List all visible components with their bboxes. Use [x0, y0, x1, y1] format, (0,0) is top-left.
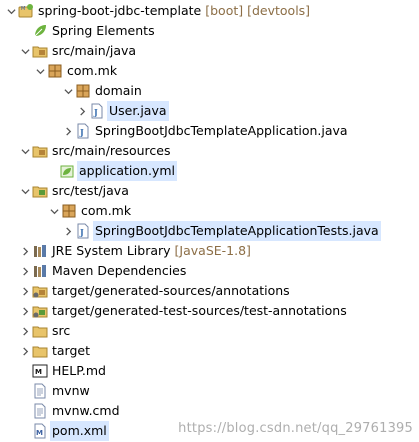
library-icon: [32, 263, 48, 279]
chevron-down-icon[interactable]: [63, 81, 73, 101]
java-file-icon: J: [75, 223, 91, 239]
chevron-right-icon[interactable]: [63, 121, 73, 141]
jre-library-decorations: [JavaSE-1.8]: [174, 243, 251, 258]
pom-file-icon: M: [32, 423, 48, 439]
package-icon: [47, 63, 63, 79]
generated-test-sources-label: target/generated-test-sources/test-annot…: [52, 303, 347, 318]
tree-item-package-domain[interactable]: domain: [63, 81, 142, 101]
chevron-down-icon[interactable]: [6, 1, 16, 21]
chevron-right-icon[interactable]: [20, 281, 30, 301]
folder-src-label: src: [52, 323, 71, 338]
tree-item-package-com-mk[interactable]: com.mk: [35, 61, 117, 81]
java-file-icon: J: [89, 103, 105, 119]
tree-item-maven-dependencies[interactable]: Maven Dependencies: [20, 261, 186, 281]
tree-item-user-java[interactable]: J User.java: [77, 101, 169, 121]
chevron-down-icon[interactable]: [20, 181, 30, 201]
mvnw-label: mvnw: [52, 383, 90, 398]
chevron-down-icon[interactable]: [49, 201, 59, 221]
tree-item-src-main-resources[interactable]: src/main/resources: [20, 141, 170, 161]
maven-dependencies-label: Maven Dependencies: [52, 263, 187, 278]
chevron-down-icon[interactable]: [35, 61, 45, 81]
svg-text:M: M: [36, 429, 43, 437]
chevron-right-icon[interactable]: [20, 301, 30, 321]
folder-target-label: target: [52, 343, 91, 358]
svg-text:J: J: [79, 127, 84, 137]
tree-item-help-md[interactable]: M HELP.md: [32, 361, 106, 381]
jre-library-label: JRE System Library: [52, 243, 171, 258]
folder-icon: [32, 343, 48, 359]
tree-item-application-yml[interactable]: application.yml: [47, 161, 177, 181]
generated-source-folder-icon: [32, 283, 48, 299]
source-folder-icon: [32, 43, 48, 59]
src-main-resources-label: src/main/resources: [52, 143, 171, 158]
markdown-file-icon: M: [32, 363, 48, 379]
svg-text:J: J: [79, 227, 84, 237]
help-md-label: HELP.md: [52, 363, 106, 378]
project-explorer-tree: M spring-boot-jdbc-template [boot] [devt…: [0, 0, 419, 442]
source-folder-icon: [32, 143, 48, 159]
tree-item-generated-test-sources[interactable]: target/generated-test-sources/test-annot…: [20, 301, 347, 321]
chevron-right-icon[interactable]: [20, 261, 30, 281]
chevron-right-icon[interactable]: [20, 241, 30, 261]
package-icon: [75, 83, 91, 99]
tree-item-mvnw[interactable]: mvnw: [32, 381, 90, 401]
mvnw-cmd-label: mvnw.cmd: [52, 403, 120, 418]
tree-item-folder-target[interactable]: target: [20, 341, 90, 361]
chevron-right-icon[interactable]: [77, 101, 87, 121]
folder-icon: [32, 323, 48, 339]
watermark: https://blog.csdn.net/qq_29761395: [178, 421, 413, 436]
svg-text:J: J: [93, 107, 98, 117]
tree-item-application-tests-java[interactable]: J SpringBootJdbcTemplateApplicationTests…: [63, 221, 381, 241]
tree-item-src-test-java[interactable]: src/test/java: [20, 181, 129, 201]
package-com-mk-test-label: com.mk: [81, 203, 132, 218]
text-file-icon: [32, 383, 48, 399]
tree-item-mvnw-cmd[interactable]: mvnw.cmd: [32, 401, 120, 421]
tree-item-pom-xml[interactable]: M pom.xml: [32, 421, 109, 441]
tree-item-spring-elements[interactable]: Spring Elements: [20, 21, 155, 41]
generated-source-folder-icon: [32, 303, 48, 319]
java-file-icon: J: [75, 123, 91, 139]
spring-leaf-icon: [32, 23, 48, 39]
package-icon: [61, 203, 77, 219]
src-main-java-label: src/main/java: [52, 43, 137, 58]
tree-item-project[interactable]: M spring-boot-jdbc-template [boot] [devt…: [6, 1, 310, 21]
chevron-right-icon[interactable]: [20, 321, 30, 341]
application-tests-java-label: SpringBootJdbcTemplateApplicationTests.j…: [93, 221, 381, 241]
tree-item-application-java[interactable]: J SpringBootJdbcTemplateApplication.java: [63, 121, 348, 141]
pom-xml-label: pom.xml: [50, 421, 109, 441]
tree-item-generated-sources[interactable]: target/generated-sources/annotations: [20, 281, 290, 301]
user-java-label: User.java: [107, 101, 169, 121]
project-name: spring-boot-jdbc-template: [38, 3, 202, 18]
src-test-java-label: src/test/java: [52, 183, 129, 198]
test-source-folder-icon: [32, 183, 48, 199]
maven-boot-project-icon: M: [18, 3, 34, 19]
package-com-mk-label: com.mk: [67, 63, 118, 78]
svg-text:M: M: [35, 368, 42, 376]
tree-item-jre-library[interactable]: JRE System Library [JavaSE-1.8]: [20, 241, 251, 261]
yaml-spring-file-icon: [59, 163, 75, 179]
tree-item-src-main-java[interactable]: src/main/java: [20, 41, 136, 61]
svg-text:M: M: [21, 6, 25, 12]
chevron-right-icon[interactable]: [20, 341, 30, 361]
spring-elements-label: Spring Elements: [52, 23, 155, 38]
tree-item-package-com-mk-test[interactable]: com.mk: [49, 201, 131, 221]
project-decorations: [boot] [devtools]: [205, 3, 311, 18]
generated-sources-label: target/generated-sources/annotations: [52, 283, 290, 298]
tree-item-folder-src[interactable]: src: [20, 321, 70, 341]
text-file-icon: [32, 403, 48, 419]
package-domain-label: domain: [95, 83, 142, 98]
chevron-right-icon[interactable]: [63, 221, 73, 241]
library-icon: [32, 243, 48, 259]
chevron-down-icon[interactable]: [20, 41, 30, 61]
chevron-down-icon[interactable]: [20, 141, 30, 161]
application-java-label: SpringBootJdbcTemplateApplication.java: [95, 123, 348, 138]
application-yml-label: application.yml: [77, 161, 177, 181]
